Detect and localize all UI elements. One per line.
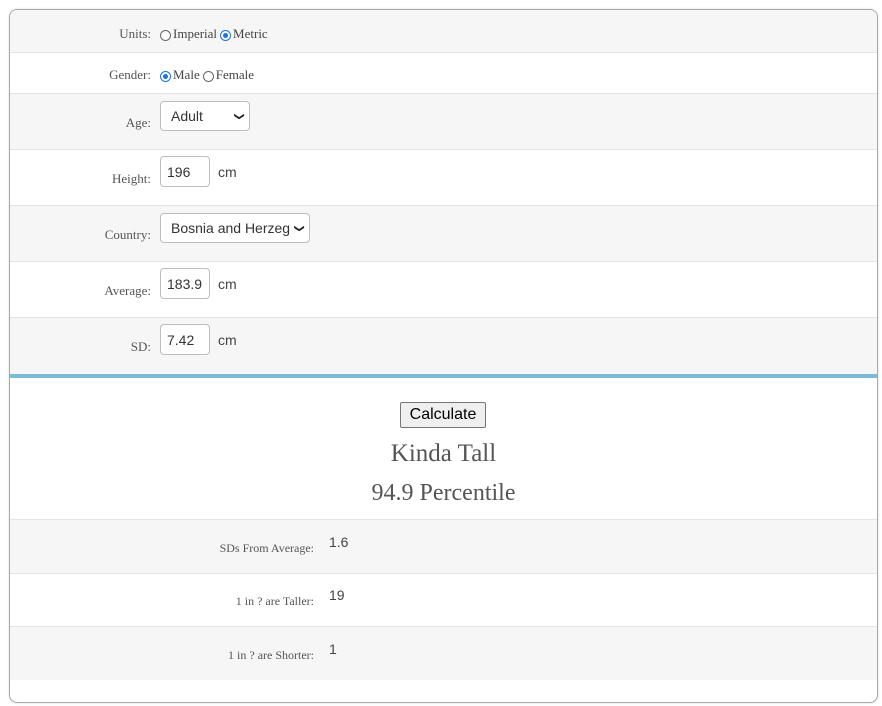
stat-row-taller: 1 in ? are Taller: 19	[10, 573, 877, 627]
units-imperial-label[interactable]: Imperial	[173, 26, 217, 42]
calculate-button[interactable]: Calculate	[400, 402, 486, 428]
average-unit: cm	[218, 275, 237, 292]
gender-female-label[interactable]: Female	[216, 67, 254, 83]
age-select-value: Adult	[171, 108, 203, 124]
height-unit: cm	[218, 163, 237, 180]
sd-label: SD:	[130, 339, 151, 354]
units-imperial-radio[interactable]	[160, 29, 171, 41]
gender-female-radio[interactable]	[202, 70, 214, 82]
stat-label-sds: SDs From Average:	[219, 541, 314, 555]
stat-label-shorter: 1 in ? are Shorter:	[228, 648, 314, 662]
country-select-value: Bosnia and Herzeg	[171, 220, 291, 236]
age-row: Age: Adult ❯	[10, 94, 877, 150]
stat-label-taller: 1 in ? are Taller:	[235, 594, 314, 608]
units-row: Units: Imperial Metric	[10, 10, 877, 53]
units-radio-group: Imperial Metric	[160, 26, 271, 42]
stat-value-taller: 19	[329, 587, 345, 603]
average-label: Average:	[104, 283, 151, 298]
height-input[interactable]: 196	[160, 156, 210, 187]
average-input[interactable]: 183.9	[160, 268, 210, 299]
sd-unit: cm	[218, 331, 237, 348]
average-row: Average: 183.9 cm	[10, 262, 877, 318]
chevron-down-icon: ❯	[293, 223, 305, 233]
gender-row: Gender: Male Female	[10, 53, 877, 94]
country-label: Country:	[104, 227, 151, 242]
stat-row-sds: SDs From Average: 1.6	[10, 519, 877, 574]
country-row: Country: Bosnia and Herzeg ❯	[10, 206, 877, 262]
average-control: 183.9 cm	[160, 268, 237, 299]
gender-label: Gender:	[109, 67, 151, 82]
height-row: Height: 196 cm	[10, 150, 877, 206]
age-control: Adult ❯	[160, 101, 250, 131]
section-divider	[10, 374, 877, 378]
country-control: Bosnia and Herzeg ❯	[160, 213, 310, 243]
chevron-down-icon: ❯	[233, 111, 245, 121]
units-metric-label[interactable]: Metric	[233, 26, 268, 42]
stat-value-shorter: 1	[329, 641, 337, 657]
height-label: Height:	[112, 171, 151, 186]
gender-male-label[interactable]: Male	[173, 67, 200, 83]
result-verdict: Kinda Tall	[390, 440, 497, 467]
units-label: Units:	[119, 26, 151, 41]
height-control: 196 cm	[160, 156, 237, 187]
sd-row: SD: 7.42 cm	[10, 318, 877, 374]
stat-value-sds: 1.6	[329, 534, 349, 550]
gender-radio-group: Male Female	[160, 67, 257, 83]
age-label: Age:	[125, 115, 151, 130]
country-select[interactable]: Bosnia and Herzeg ❯	[160, 213, 310, 243]
age-select[interactable]: Adult ❯	[160, 101, 250, 131]
sd-input[interactable]: 7.42	[160, 324, 210, 355]
stat-row-shorter: 1 in ? are Shorter: 1	[10, 627, 877, 680]
calculator-card: Units: Imperial Metric Gender: Male Fema…	[9, 9, 878, 703]
result-percentile: 94.9 Percentile	[371, 480, 516, 506]
sd-control: 7.42 cm	[160, 324, 237, 355]
units-metric-radio[interactable]	[220, 29, 232, 41]
gender-male-radio[interactable]	[160, 70, 171, 82]
